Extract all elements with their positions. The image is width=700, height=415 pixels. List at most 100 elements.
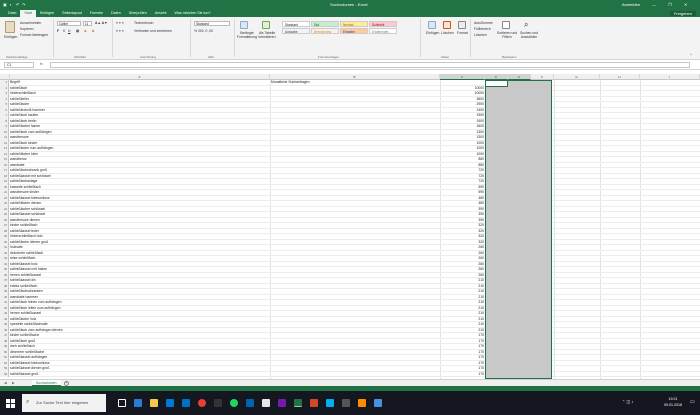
cell-keyword[interactable]: wandsafe	[10, 163, 25, 168]
close-icon[interactable]: ✕	[684, 2, 687, 7]
cell-keyword[interactable]: schließfächer dienen	[10, 201, 41, 206]
cell-keyword[interactable]: schließkassel groß	[10, 372, 38, 377]
cell-search-volume[interactable]: 170	[440, 355, 484, 360]
cell-keyword[interactable]: herren schließkassel	[10, 273, 41, 278]
cell-keyword[interactable]: dimmreer schließfache	[10, 350, 44, 355]
cell-keyword[interactable]: schließkassel kleinschloss	[10, 361, 50, 366]
cell-keyword[interactable]: schließfach zum aufhängen dienen	[10, 328, 63, 333]
cell-search-volume[interactable]: 210	[440, 278, 484, 283]
cell-search-volume[interactable]: 2400	[440, 108, 484, 113]
borders-icon[interactable]: ▦	[76, 29, 79, 33]
cell-search-volume[interactable]: 210	[440, 311, 484, 316]
cell-style-option[interactable]: Standard	[282, 21, 310, 27]
ribbon-tab[interactable]: Was möchten Sie tun?	[171, 10, 215, 17]
cell-search-volume[interactable]: 880	[440, 157, 484, 162]
italic-icon[interactable]: K	[63, 29, 65, 33]
cell-keyword[interactable]: hinterschließfach	[10, 91, 36, 96]
store-icon[interactable]	[166, 399, 174, 407]
cell-search-volume[interactable]: 1600	[440, 124, 484, 129]
cut-button[interactable]: Ausschneiden	[20, 21, 41, 25]
cell-search-volume[interactable]: 1000	[440, 146, 484, 151]
cell-search-volume[interactable]: 210	[440, 322, 484, 327]
cell-search-volume[interactable]: 590	[440, 190, 484, 195]
cell-search-volume[interactable]: 210	[440, 295, 484, 300]
cell-keyword[interactable]: wandtresor	[10, 157, 27, 162]
format-cells-button[interactable]: Format	[457, 31, 468, 35]
cell-keyword[interactable]: kinder schließfache	[10, 333, 39, 338]
fill-button[interactable]: Füllbereich	[474, 27, 491, 31]
formula-input[interactable]	[50, 62, 690, 68]
align-top-icon[interactable]: ≡ ≡ ≡	[116, 21, 124, 25]
sheet-nav-left-icon[interactable]: ◀	[4, 381, 7, 385]
cell-style-option[interactable]: Schlecht	[369, 21, 397, 27]
cell-style-option[interactable]: Eingabe	[340, 28, 368, 34]
cell-keyword[interactable]: schließfach	[10, 86, 27, 91]
skype-icon[interactable]	[326, 399, 334, 407]
cell-search-volume[interactable]: 1900	[440, 113, 484, 118]
merge-center-button[interactable]: Verbinden und zentrieren	[134, 29, 172, 33]
cell-keyword[interactable]: wandtresore	[10, 135, 29, 140]
cell-keyword[interactable]: schließkassel schlüssel	[10, 212, 45, 217]
cell-header-b[interactable]: Monatliche Suchanfragen	[271, 80, 309, 85]
cell-search-volume[interactable]: 260	[440, 256, 484, 261]
ribbon-tab[interactable]: Einfügen	[36, 10, 58, 17]
ribbon-tab[interactable]: Daten	[107, 10, 125, 17]
cell-search-volume[interactable]: 170	[440, 366, 484, 371]
sort-filter-icon[interactable]	[502, 21, 510, 29]
fill-color-icon[interactable]: ◆	[84, 29, 87, 33]
cell-search-volume[interactable]: 210	[440, 306, 484, 311]
cell-search-volume[interactable]: 1300	[440, 130, 484, 135]
name-box[interactable]: C1	[4, 62, 34, 68]
insert-cells-button[interactable]: Einfügen	[426, 31, 439, 35]
cell-keyword[interactable]: schließkassel holz	[10, 262, 38, 267]
collapse-ribbon-icon[interactable]: ^	[690, 53, 692, 57]
cell-search-volume[interactable]: 320	[440, 223, 484, 228]
copy-button[interactable]: Kopieren	[20, 27, 34, 31]
cell-search-volume[interactable]: 260	[440, 245, 484, 250]
cell-keyword[interactable]: schließfache	[10, 102, 29, 107]
autosum-button[interactable]: AutoSumme	[474, 21, 493, 25]
cell-keyword[interactable]: schließtechnik hammer	[10, 108, 45, 113]
cell-search-volume[interactable]: 720	[440, 179, 484, 184]
cell-search-volume[interactable]: 320	[440, 240, 484, 245]
insert-cells-icon[interactable]	[428, 21, 436, 29]
spotify-icon[interactable]	[230, 399, 238, 407]
cell-search-volume[interactable]: 480	[440, 196, 484, 201]
cell-keyword[interactable]: schließfächer klein	[10, 152, 38, 157]
cell-search-volume[interactable]: 320	[440, 234, 484, 239]
cell-style-option[interactable]: Berechnung	[311, 28, 339, 34]
cell-search-volume[interactable]: 170	[440, 333, 484, 338]
task-view-icon[interactable]	[118, 399, 126, 407]
cell-search-volume[interactable]: 390	[440, 218, 484, 223]
cell-keyword[interactable]: schließkassel kleinschloss	[10, 196, 50, 201]
cell-keyword[interactable]: dekorierte schließfach	[10, 251, 43, 256]
cell-search-volume[interactable]: 10000	[440, 91, 484, 96]
redo-icon[interactable]: ↷	[22, 2, 25, 7]
explorer-icon[interactable]	[150, 399, 158, 407]
mail-icon[interactable]	[182, 399, 190, 407]
cell-search-volume[interactable]: 720	[440, 174, 484, 179]
sort-filter-button[interactable]: Sortieren und Filtern	[496, 31, 518, 39]
cell-style-option[interactable]: Neutral	[340, 21, 368, 27]
cell-keyword[interactable]: kinder schließfach	[10, 223, 37, 228]
cell-keyword[interactable]: hinterschließfach holz	[10, 234, 43, 239]
cell-search-volume[interactable]: 260	[440, 262, 484, 267]
minimize-icon[interactable]: —	[652, 2, 656, 7]
conditional-format-button[interactable]: Bedingte Formatierung	[236, 31, 258, 39]
notification-icon[interactable]: ▭	[690, 399, 695, 405]
active-cell[interactable]	[485, 80, 508, 87]
cell-keyword[interactable]: wandtresore kinder	[10, 190, 39, 195]
cell-keyword[interactable]: schließfach berlin	[10, 119, 36, 124]
cell-search-volume[interactable]: 210	[440, 289, 484, 294]
cell-search-volume[interactable]: 170	[440, 339, 484, 344]
cell-keyword[interactable]: schließfache dienen groß	[10, 240, 48, 245]
cell-search-volume[interactable]: 10000	[440, 86, 484, 91]
format-cells-icon[interactable]	[458, 21, 466, 29]
selected-range[interactable]	[485, 80, 552, 379]
share-button[interactable]: Freigeben	[669, 11, 696, 16]
cell-search-volume[interactable]: 170	[440, 344, 484, 349]
cell-keyword[interactable]: wandsafe hammer	[10, 295, 38, 300]
ribbon-tab[interactable]: Formeln	[86, 10, 107, 17]
cell-keyword[interactable]: schließfach zum aufhängen	[10, 130, 51, 135]
cell-search-volume[interactable]: 1000	[440, 141, 484, 146]
